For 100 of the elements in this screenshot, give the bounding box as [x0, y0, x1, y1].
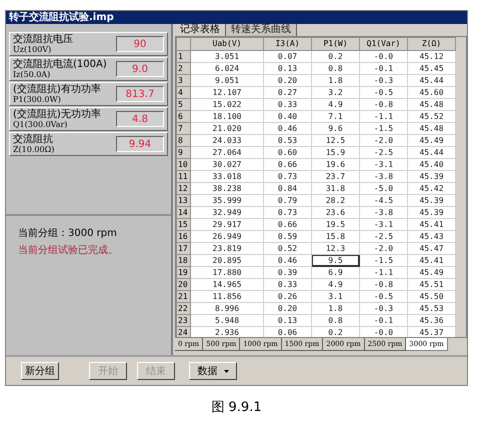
table-cell: 0.46: [264, 254, 312, 266]
table-cell: 35.999: [190, 194, 264, 206]
table-cell: 45.47: [408, 242, 456, 254]
table-cell: 0.33: [264, 98, 312, 110]
table-cell: 0.40: [264, 110, 312, 122]
table-cell: 21.020: [190, 122, 264, 134]
table-cell: -1.1: [360, 266, 408, 278]
reading-unit: P1(300.0W): [13, 95, 62, 104]
row-number: 11: [176, 170, 190, 182]
table-cell: 45.52: [408, 110, 456, 122]
table-cell: 0.79: [264, 194, 312, 206]
table-cell: 38.238: [190, 182, 264, 194]
reading-label: (交流阻抗)有功功率: [13, 84, 101, 95]
table-cell: 45.39: [408, 194, 456, 206]
reading-value-field: 90: [116, 36, 164, 52]
toolbar-button[interactable]: 新分组: [21, 362, 59, 380]
table-cell: -0.1: [360, 62, 408, 74]
row-number: 10: [176, 158, 190, 170]
table-cell: 23.7: [312, 170, 360, 182]
table-cell: 15.8: [312, 230, 360, 242]
table-cell: 3.2: [312, 86, 360, 98]
row-number: 19: [176, 266, 190, 278]
toolbar-button: 结束: [137, 362, 175, 380]
table-cell: -2.5: [360, 230, 408, 242]
table-cell: -1.1: [360, 110, 408, 122]
table-cell: 45.53: [408, 302, 456, 314]
row-number: 6: [176, 110, 190, 122]
table-cell: 15.9: [312, 146, 360, 158]
row-number: 12: [176, 182, 190, 194]
table-cell: 0.13: [264, 314, 312, 326]
table-cell: 45.12: [408, 50, 456, 62]
table-cell: 0.66: [264, 218, 312, 230]
table-cell: 0.52: [264, 242, 312, 254]
row-number: 18: [176, 254, 190, 266]
table-cell: 45.39: [408, 170, 456, 182]
row-number: 7: [176, 122, 190, 134]
table-cell: 0.27: [264, 86, 312, 98]
table-cell: 19.6: [312, 158, 360, 170]
table-cell: 0.26: [264, 290, 312, 302]
table-cell: 45.49: [408, 134, 456, 146]
table-cell: 24.033: [190, 134, 264, 146]
table-cell: -1.5: [360, 254, 408, 266]
table-cell: 0.8: [312, 62, 360, 74]
table-cell: 45.39: [408, 206, 456, 218]
column-header: P1(W): [312, 38, 360, 50]
column-header: Z(Ω): [408, 38, 456, 50]
row-number: 1: [176, 50, 190, 62]
table-cell: 18.100: [190, 110, 264, 122]
column-header: I3(A): [264, 38, 312, 50]
table-cell: 17.880: [190, 266, 264, 278]
reading-label: 交流阻抗电压: [13, 34, 73, 45]
table-cell: -0.1: [360, 314, 408, 326]
table-cell: 32.949: [190, 206, 264, 218]
row-number: 4: [176, 86, 190, 98]
table-cell: 12.5: [312, 134, 360, 146]
reading-value-field: 9.94: [116, 136, 164, 152]
table-cell: 0.20: [264, 302, 312, 314]
data-dropdown-button[interactable]: 数据: [189, 362, 237, 380]
table-cell: 0.2: [312, 50, 360, 62]
table-cell: -0.0: [360, 50, 408, 62]
row-number: 16: [176, 230, 190, 242]
window-title: 转子交流阻抗试验.imp: [9, 12, 114, 22]
table-cell: 0.66: [264, 158, 312, 170]
table-cell: -2.0: [360, 242, 408, 254]
table-cell: 45.60: [408, 86, 456, 98]
reading-label: 交流阻抗电流(100A): [13, 59, 107, 70]
table-cell: 45.51: [408, 278, 456, 290]
row-number: 9: [176, 146, 190, 158]
row-number: 24: [176, 326, 190, 337]
table-cell: -0.5: [360, 290, 408, 302]
reading-value-field: 9.0: [116, 61, 164, 77]
table-cell: -2.5: [360, 146, 408, 158]
table-cell: 4.9: [312, 278, 360, 290]
reading-unit: Q1(300.0Var): [13, 120, 68, 129]
reading-unit: Uz(100V): [13, 45, 52, 54]
row-number: 3: [176, 74, 190, 86]
table-cell: 9.5: [312, 254, 360, 266]
table-cell: 7.1: [312, 110, 360, 122]
table-cell: 45.43: [408, 230, 456, 242]
table-cell: 0.84: [264, 182, 312, 194]
table-cell: 14.965: [190, 278, 264, 290]
figure-caption: 图 9.9.1: [211, 399, 262, 417]
table-cell: 12.107: [190, 86, 264, 98]
row-number: 17: [176, 242, 190, 254]
table-cell: 3.051: [190, 50, 264, 62]
table-cell: 27.064: [190, 146, 264, 158]
column-header: Q1(Var): [360, 38, 408, 50]
table-cell: 9.051: [190, 74, 264, 86]
table-cell: 0.20: [264, 74, 312, 86]
table-cell: 0.73: [264, 170, 312, 182]
table-cell: -3.8: [360, 170, 408, 182]
column-header: Uab(V): [190, 38, 264, 50]
row-number: 2: [176, 62, 190, 74]
table-cell: -0.8: [360, 278, 408, 290]
table-cell: 19.5: [312, 218, 360, 230]
table-cell: 45.48: [408, 122, 456, 134]
table-cell: -3.1: [360, 218, 408, 230]
table-cell: -1.5: [360, 122, 408, 134]
table-cell: 0.07: [264, 50, 312, 62]
table-cell: 33.018: [190, 170, 264, 182]
